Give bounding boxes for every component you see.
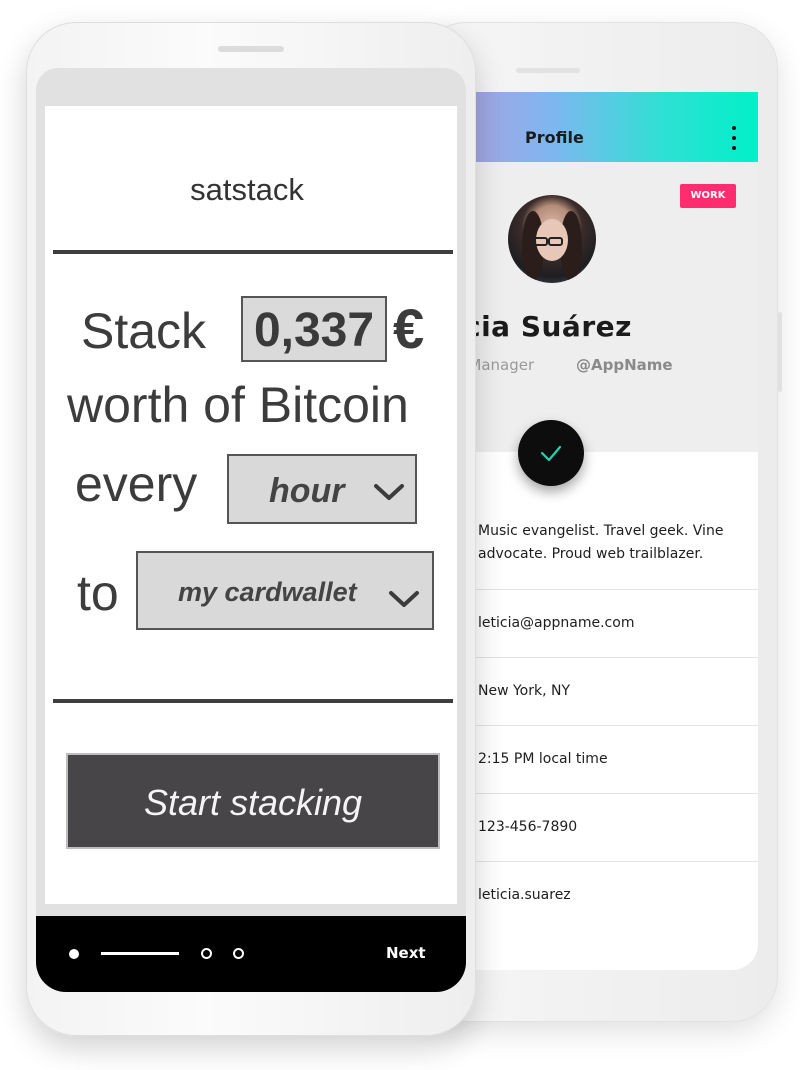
start-stacking-label: Start stacking — [143, 782, 363, 823]
profile-handle: @AppName — [576, 356, 673, 374]
page-indicator-active — [69, 949, 79, 959]
back-phone-speaker — [516, 68, 580, 73]
worth-label: worth of Bitcoin — [67, 377, 409, 433]
location-text: New York, NY — [478, 683, 571, 699]
next-button[interactable]: Next — [386, 944, 426, 962]
page-progress-line — [101, 952, 179, 955]
info-row-location[interactable]: New York, NY — [440, 657, 758, 726]
every-label: every — [75, 456, 198, 512]
check-icon — [540, 445, 562, 462]
satstack-form: satstack Stack 0,337 € worth of Bitcoin … — [45, 106, 457, 904]
username-text: leticia.suarez — [478, 887, 571, 903]
profile-title: Profile — [525, 128, 584, 147]
stack-label: Stack — [81, 303, 207, 359]
info-row-phone[interactable]: 123-456-7890 — [440, 793, 758, 862]
wallet-value: my cardwallet — [178, 577, 357, 607]
profile-app-bar: Profile — [440, 92, 758, 162]
avatar — [508, 195, 596, 283]
work-badge: WORK — [680, 184, 736, 208]
page-indicator[interactable] — [201, 948, 212, 959]
amount-input[interactable]: 0,337 — [241, 296, 387, 362]
info-row-username[interactable]: leticia.suarez — [440, 861, 758, 930]
front-phone-speaker — [218, 46, 284, 52]
info-row-email[interactable]: leticia@appname.com — [440, 589, 758, 658]
back-phone-side-button — [778, 312, 782, 392]
more-vert-icon[interactable] — [732, 126, 736, 156]
onboarding-nav: Next — [36, 916, 466, 992]
phone-text: 123-456-7890 — [478, 819, 578, 835]
top-divider — [53, 250, 453, 254]
local-time-text: 2:15 PM local time — [478, 751, 608, 767]
page-indicator[interactable] — [233, 948, 244, 959]
chevron-down-icon — [374, 484, 404, 500]
satstack-screen: satstack Stack 0,337 € worth of Bitcoin … — [36, 68, 466, 992]
interval-value: hour — [269, 472, 345, 510]
interval-select[interactable]: hour — [227, 454, 417, 524]
currency-symbol: € — [393, 297, 425, 360]
chevron-down-icon — [389, 591, 419, 607]
profile-screen: Profile WORK ticia Suárez uct Manager @A… — [440, 92, 758, 970]
check-fab-button[interactable] — [518, 420, 584, 486]
to-label: to — [77, 565, 119, 621]
wallet-select[interactable]: my cardwallet — [136, 551, 434, 630]
profile-bio: Music evangelist. Travel geek. Vine advo… — [478, 523, 724, 562]
info-row-local-time[interactable]: 2:15 PM local time — [440, 725, 758, 794]
bottom-divider — [53, 699, 453, 703]
start-stacking-button[interactable]: Start stacking — [66, 753, 440, 849]
amount-value: 0,337 — [253, 304, 375, 357]
profile-header: WORK ticia Suárez uct Manager @AppName — [440, 162, 758, 452]
email-text: leticia@appname.com — [478, 615, 635, 631]
app-title: satstack — [190, 172, 304, 207]
